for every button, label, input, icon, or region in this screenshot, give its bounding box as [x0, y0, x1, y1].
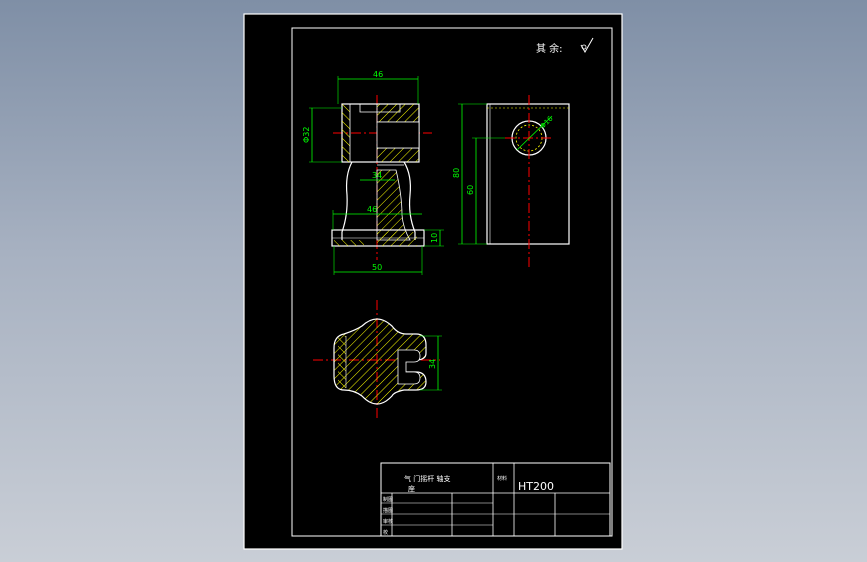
dim-front-top-width: 46: [373, 70, 383, 79]
title-block-label-3: 审核: [383, 518, 393, 525]
roughness-note: 其 余:: [536, 42, 563, 55]
part-name-line1: 气 门摇杆 轴支: [404, 474, 450, 483]
dim-front-neck: 34: [372, 171, 382, 180]
dim-side-height-total: 80: [452, 168, 461, 178]
dim-front-base-height: 10: [430, 233, 439, 243]
dim-front-mid: 46: [367, 205, 377, 214]
dim-front-left-height: Φ32: [302, 127, 311, 143]
title-block-label-2: 描图: [383, 507, 393, 514]
drawing-sheet: [243, 13, 623, 550]
cad-drawing-canvas: 其 余: 46 Φ32 34 46 50 10 Φ16 80 60 34 气 门…: [243, 13, 623, 550]
title-block-label-4: 校: [383, 529, 388, 536]
part-name-line2: 座: [408, 484, 415, 493]
dim-side-height-inner: 60: [466, 185, 475, 195]
dim-front-base-width: 50: [372, 263, 382, 272]
dim-top-view-height: 34: [428, 359, 437, 369]
title-block-label-1: 制图: [383, 496, 393, 503]
material-value: HT200: [518, 480, 554, 493]
material-label: 材料: [497, 475, 507, 482]
